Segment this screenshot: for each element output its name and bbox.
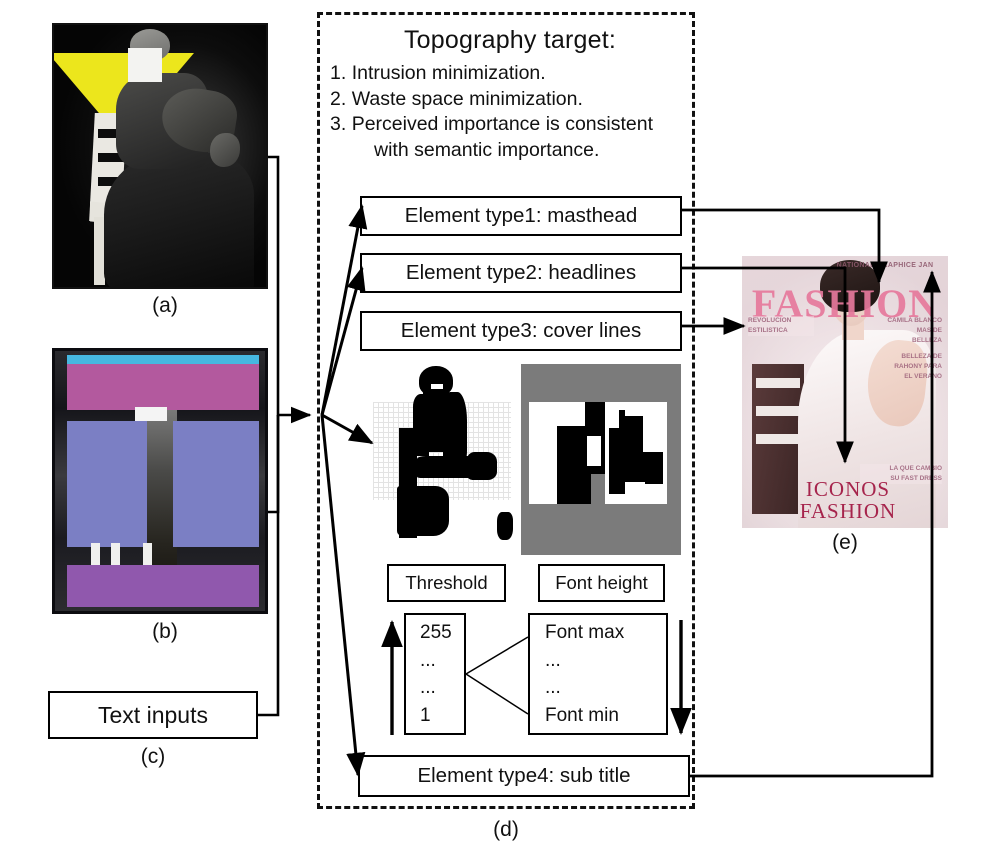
goal-text: Perceived importance is consistent xyxy=(351,113,653,136)
element-type4-label: Element type4: sub title xyxy=(417,764,631,788)
binary-blob xyxy=(397,486,449,536)
font-height-value: Font min xyxy=(545,704,619,726)
input-photo-a xyxy=(52,23,268,289)
model-skirt-shape xyxy=(104,153,254,287)
topography-goal-item: 3. Perceived importance is consistent wi… xyxy=(330,112,690,163)
cover-sub-title-line1: ICONOS xyxy=(805,477,891,501)
goal-number: 3. xyxy=(330,113,347,136)
element-type2-box[interactable]: Element type2: headlines xyxy=(360,253,682,293)
cover-chair-slat xyxy=(756,434,800,444)
element-type2-label: Element type2: headlines xyxy=(405,261,637,285)
caption-a: (a) xyxy=(152,294,178,317)
cover-chair-slat xyxy=(756,406,800,416)
connector-a-to-hub xyxy=(268,155,312,424)
cover-line-left-text: REVOLUCION ESTILISTICA xyxy=(748,316,814,336)
block-blue-right xyxy=(173,421,259,547)
face-mask-shape xyxy=(128,48,162,82)
text-inputs-label: Text inputs xyxy=(98,701,208,728)
binary-region xyxy=(609,410,619,428)
font-height-value: Font max xyxy=(545,622,625,643)
threshold-value: 1 xyxy=(420,704,431,726)
goal-text-continued: with semantic importance. xyxy=(374,139,600,162)
binary-blob xyxy=(645,460,663,484)
caption-d: (d) xyxy=(493,818,519,841)
goal-text: Waste space minimization. xyxy=(351,87,583,110)
topography-title: Topography target: xyxy=(403,26,617,54)
layout-blocks-b xyxy=(52,348,268,614)
cover-chair-slat xyxy=(756,378,800,388)
cover-sub-title-block: ICONOS FASHION xyxy=(772,478,924,523)
block-cyan xyxy=(67,355,259,364)
magazine-cover-output-e: NATIONAL GRAPHICE JAN FASHION REVOLUCION… xyxy=(742,256,948,528)
font-height-caption-label: Font height xyxy=(555,572,648,594)
binary-blob xyxy=(497,512,513,540)
goal-number: 2. xyxy=(330,87,347,110)
goal-number: 1. xyxy=(330,62,347,84)
binary-hole xyxy=(431,384,443,389)
threshold-value: ... xyxy=(420,677,436,699)
binary-blob xyxy=(403,430,429,438)
block-blue-left xyxy=(67,421,147,547)
block-white-tab xyxy=(135,407,167,421)
threshold-value-list: 255 ... ... 1 xyxy=(404,613,466,735)
caption-c: (c) xyxy=(140,745,166,768)
cover-top-line-text: NATIONAL GRAPHICE JAN xyxy=(836,262,934,269)
cover-line-right-1-text: CAMILA BLANCO MAS DE BELLEZA xyxy=(887,317,942,344)
font-height-caption-box[interactable]: Font height xyxy=(538,564,665,602)
font-height-value-list: Font max ... ... Font min xyxy=(528,613,668,735)
connector-b-to-hub xyxy=(268,415,280,514)
font-height-preview-image xyxy=(521,364,681,555)
element-type3-label: Element type3: cover lines xyxy=(400,319,642,343)
threshold-value: ... xyxy=(420,649,436,671)
threshold-caption-label: Threshold xyxy=(405,572,488,594)
threshold-caption-box[interactable]: Threshold xyxy=(387,564,506,602)
topography-goal-item: 1. Intrusion minimization. xyxy=(330,61,690,87)
text-inputs-box[interactable]: Text inputs xyxy=(48,691,258,739)
figure-canvas: (a) (b) Text inputs (c) Topography targe… xyxy=(0,0,1003,863)
element-type1-box[interactable]: Element type1: masthead xyxy=(360,196,682,236)
threshold-value: 255 xyxy=(420,622,452,643)
block-magenta xyxy=(67,364,259,410)
binary-blob xyxy=(467,452,497,480)
element-type3-box[interactable]: Element type3: cover lines xyxy=(360,311,682,351)
caption-b: (b) xyxy=(152,620,178,643)
cover-sub-title-line2: FASHION xyxy=(799,499,897,524)
topography-goal-item: 2. Waste space minimization. xyxy=(330,87,690,113)
binary-blob xyxy=(403,448,429,456)
element-type1-label: Element type1: masthead xyxy=(404,204,638,228)
topography-target-block: Topography target: 1. Intrusion minimiza… xyxy=(330,26,690,164)
font-height-value: ... xyxy=(545,649,561,671)
font-height-value: ... xyxy=(545,677,561,699)
binary-blob xyxy=(443,392,467,464)
binary-region xyxy=(587,436,601,466)
topography-goal-list: 1. Intrusion minimization. 2. Waste spac… xyxy=(330,61,690,164)
caption-e: (e) xyxy=(832,531,858,554)
binary-blob xyxy=(413,394,447,452)
element-type4-box[interactable]: Element type4: sub title xyxy=(358,755,690,797)
goal-text: Intrusion minimization. xyxy=(351,62,546,84)
cover-line-right-2-text: BELLEZA DE RAHONY PARA EL VERANO xyxy=(894,353,942,380)
threshold-preview-image xyxy=(369,364,519,555)
block-purple xyxy=(67,565,259,607)
